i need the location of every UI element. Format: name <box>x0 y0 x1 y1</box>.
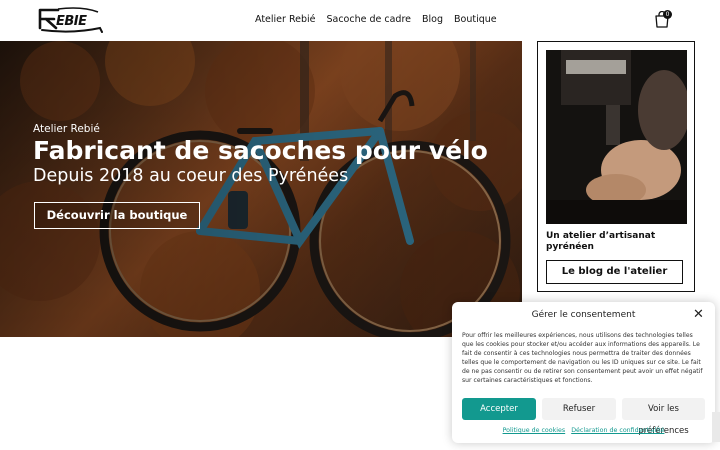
hero-overlay <box>0 41 522 337</box>
atelier-card-title: Un atelier d’artisanat pyrénéen <box>546 231 656 252</box>
hero-kicker: Atelier Rebié <box>33 123 100 135</box>
atelier-card: Un atelier d’artisanat pyrénéen Le blog … <box>537 41 695 292</box>
blog-button[interactable]: Le blog de l'atelier <box>546 260 683 284</box>
cookie-policy-link[interactable]: Politique de cookies <box>503 427 566 434</box>
privacy-statement-link[interactable]: Déclaration de confidentialité <box>571 427 664 434</box>
recaptcha-badge[interactable] <box>712 412 720 442</box>
preferences-button[interactable]: Voir les préférences <box>622 398 705 436</box>
hero-banner: Atelier Rebié Fabricant de sacoches pour… <box>0 41 522 337</box>
rebie-logo[interactable]: EBIE <box>38 6 106 34</box>
consent-body: Pour offrir les meilleures expériences, … <box>462 332 703 384</box>
main-nav: Atelier Rebié Sacoche de cadre Blog Bout… <box>255 14 497 25</box>
hero-title: Fabricant de sacoches pour vélo <box>33 136 488 165</box>
refuse-button[interactable]: Refuser <box>542 398 616 420</box>
consent-title: Gérer le consentement <box>531 310 636 320</box>
artisan-sewing-photo <box>546 50 687 224</box>
consent-links: Politique de cookies Déclaration de conf… <box>452 427 715 434</box>
close-icon[interactable]: ✕ <box>693 307 704 322</box>
nav-item-blog[interactable]: Blog <box>422 14 443 25</box>
cart-count-badge: 0 <box>663 10 672 19</box>
svg-text:EBIE: EBIE <box>56 14 87 29</box>
nav-item-atelier[interactable]: Atelier Rebié <box>255 14 315 25</box>
cookie-consent-dialog: Gérer le consentement ✕ Pour offrir les … <box>452 302 715 443</box>
hero-subtitle: Depuis 2018 au coeur des Pyrénées <box>33 166 349 186</box>
discover-shop-button[interactable]: Découvrir la boutique <box>34 202 200 229</box>
nav-item-boutique[interactable]: Boutique <box>454 14 497 25</box>
site-header: EBIE Atelier Rebié Sacoche de cadre Blog… <box>0 0 720 40</box>
accept-button[interactable]: Accepter <box>462 398 536 420</box>
nav-item-sacoche[interactable]: Sacoche de cadre <box>326 14 411 25</box>
